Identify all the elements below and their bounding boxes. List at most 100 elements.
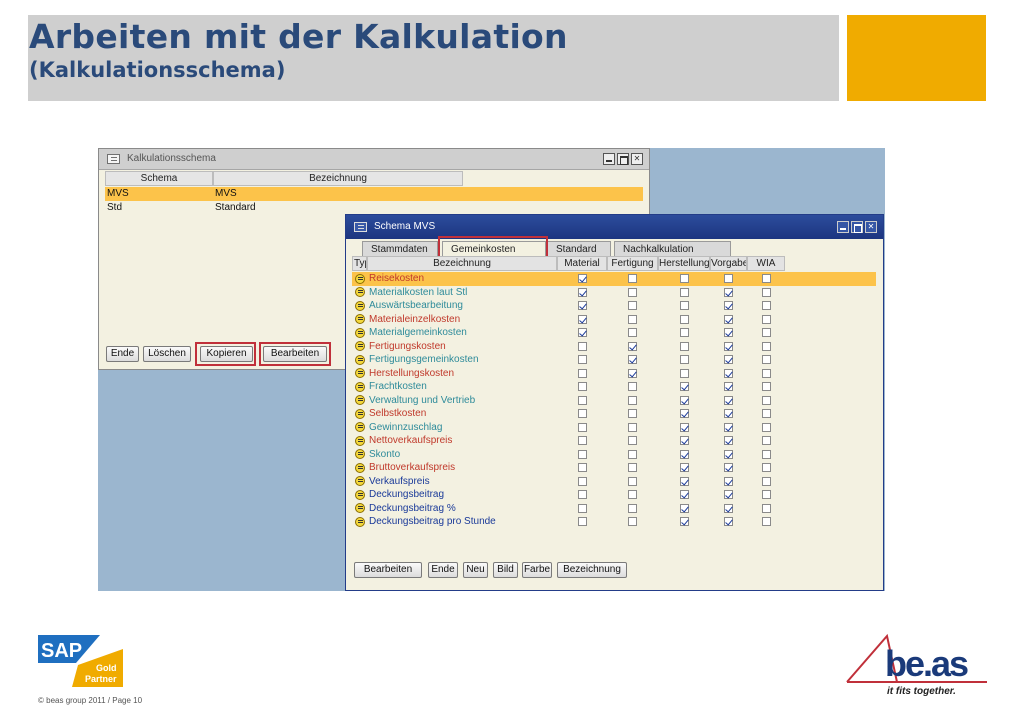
table-row[interactable]: Fertigungsgemeinkosten [352, 353, 876, 367]
herstellung-checkbox[interactable] [679, 382, 689, 392]
vorgabe-checkbox[interactable] [724, 436, 733, 446]
material-checkbox[interactable] [577, 517, 587, 527]
minimize-icon[interactable] [837, 221, 849, 233]
wia-checkbox[interactable] [761, 274, 771, 284]
tab-nachkalkulation[interactable]: Nachkalkulation [614, 241, 731, 257]
wia-checkbox[interactable] [761, 314, 771, 324]
table-row[interactable]: MVS MVS [105, 187, 643, 201]
herstellung-checkbox[interactable] [679, 422, 689, 432]
fertigung-checkbox[interactable] [628, 328, 637, 338]
table-row[interactable]: Fertigungskosten [352, 340, 876, 354]
material-checkbox[interactable] [577, 490, 587, 500]
bild-button[interactable]: Bild [493, 562, 518, 578]
table-row[interactable]: Selbstkosten [352, 407, 876, 421]
vorgabe-checkbox[interactable] [724, 274, 733, 284]
herstellung-checkbox[interactable] [679, 395, 689, 405]
herstellung-checkbox[interactable] [679, 490, 689, 500]
bezeichnung-button[interactable]: Bezeichnung [557, 562, 627, 578]
bearbeiten-button[interactable]: Bearbeiten [354, 562, 422, 578]
table-row[interactable]: Deckungsbeitrag pro Stunde [352, 515, 876, 529]
fertigung-checkbox[interactable] [628, 476, 637, 486]
wia-checkbox[interactable] [761, 368, 771, 378]
table-row[interactable]: Materialkosten laut Stl [352, 286, 876, 300]
table-row[interactable]: Verkaufspreis [352, 475, 876, 489]
fertigung-checkbox[interactable] [628, 503, 637, 513]
wia-checkbox[interactable] [761, 287, 771, 297]
material-checkbox[interactable] [577, 287, 587, 297]
vorgabe-checkbox[interactable] [724, 301, 733, 311]
table-row[interactable]: Reisekosten [352, 272, 876, 286]
material-checkbox[interactable] [577, 503, 587, 513]
table-row[interactable]: Deckungsbeitrag % [352, 502, 876, 516]
maximize-icon[interactable] [851, 221, 863, 233]
table-row[interactable]: Nettoverkaufspreis [352, 434, 876, 448]
loeschen-button[interactable]: Löschen [143, 346, 191, 362]
herstellung-checkbox[interactable] [679, 517, 689, 527]
close-icon[interactable]: ✕ [631, 153, 643, 165]
material-checkbox[interactable] [577, 301, 587, 311]
table-row[interactable]: Verwaltung und Vertrieb [352, 394, 876, 408]
fertigung-checkbox[interactable] [628, 341, 637, 351]
material-checkbox[interactable] [577, 314, 587, 324]
wia-checkbox[interactable] [761, 490, 771, 500]
fertigung-checkbox[interactable] [628, 422, 637, 432]
wia-checkbox[interactable] [761, 422, 771, 432]
material-checkbox[interactable] [577, 476, 587, 486]
fertigung-checkbox[interactable] [628, 287, 637, 297]
vorgabe-checkbox[interactable] [724, 503, 733, 513]
material-checkbox[interactable] [577, 463, 587, 473]
vorgabe-checkbox[interactable] [724, 422, 733, 432]
wia-checkbox[interactable] [761, 341, 771, 351]
fertigung-checkbox[interactable] [628, 449, 637, 459]
material-checkbox[interactable] [577, 382, 587, 392]
vorgabe-checkbox[interactable] [724, 463, 733, 473]
herstellung-checkbox[interactable] [679, 314, 689, 324]
material-checkbox[interactable] [577, 355, 587, 365]
column-header-herstellung[interactable]: Herstellung [658, 256, 710, 271]
table-row[interactable]: Herstellungskosten [352, 367, 876, 381]
fertigung-checkbox[interactable] [628, 382, 637, 392]
fertigung-checkbox[interactable] [628, 436, 637, 446]
wia-checkbox[interactable] [761, 449, 771, 459]
wia-checkbox[interactable] [761, 382, 771, 392]
fertigung-checkbox[interactable] [628, 395, 637, 405]
column-header-schema[interactable]: Schema [105, 171, 213, 186]
neu-button[interactable]: Neu [463, 562, 488, 578]
material-checkbox[interactable] [577, 449, 587, 459]
herstellung-checkbox[interactable] [679, 409, 689, 419]
herstellung-checkbox[interactable] [679, 274, 689, 284]
table-row[interactable]: Std Standard [105, 201, 643, 215]
wia-checkbox[interactable] [761, 517, 771, 527]
wia-checkbox[interactable] [761, 328, 771, 338]
herstellung-checkbox[interactable] [679, 436, 689, 446]
vorgabe-checkbox[interactable] [724, 449, 733, 459]
table-row[interactable]: Bruttoverkaufspreis [352, 461, 876, 475]
column-header-bezeichnung[interactable]: Bezeichnung [367, 256, 557, 271]
fertigung-checkbox[interactable] [628, 409, 637, 419]
herstellung-checkbox[interactable] [679, 355, 689, 365]
tab-stammdaten[interactable]: Stammdaten [362, 241, 438, 257]
material-checkbox[interactable] [577, 409, 587, 419]
wia-checkbox[interactable] [761, 436, 771, 446]
herstellung-checkbox[interactable] [679, 463, 689, 473]
herstellung-checkbox[interactable] [679, 301, 689, 311]
fertigung-checkbox[interactable] [628, 368, 637, 378]
wia-checkbox[interactable] [761, 503, 771, 513]
fertigung-checkbox[interactable] [628, 517, 637, 527]
fertigung-checkbox[interactable] [628, 274, 637, 284]
material-checkbox[interactable] [577, 274, 587, 284]
table-row[interactable]: Gewinnzuschlag [352, 421, 876, 435]
wia-checkbox[interactable] [761, 409, 771, 419]
table-row[interactable]: Deckungsbeitrag [352, 488, 876, 502]
table-row[interactable]: Frachtkosten [352, 380, 876, 394]
vorgabe-checkbox[interactable] [724, 368, 733, 378]
herstellung-checkbox[interactable] [679, 368, 689, 378]
table-row[interactable]: Auswärtsbearbeitung [352, 299, 876, 313]
vorgabe-checkbox[interactable] [724, 328, 733, 338]
wia-checkbox[interactable] [761, 355, 771, 365]
vorgabe-checkbox[interactable] [724, 395, 733, 405]
table-row[interactable]: Materialeinzelkosten [352, 313, 876, 327]
wia-checkbox[interactable] [761, 463, 771, 473]
minimize-icon[interactable] [603, 153, 615, 165]
wia-checkbox[interactable] [761, 476, 771, 486]
